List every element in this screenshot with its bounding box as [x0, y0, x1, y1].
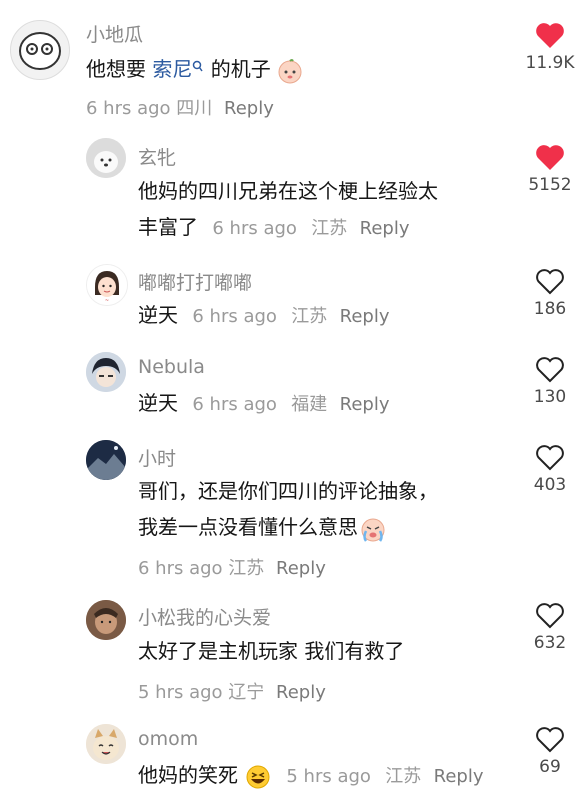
avatar[interactable]: [86, 352, 126, 392]
like-button[interactable]: 632: [520, 602, 580, 653]
comment-meta: 5 hrs ago 辽宁 Reply: [138, 678, 326, 704]
reply-button[interactable]: Reply: [434, 766, 484, 787]
comment-text-part: 他妈的笑死: [138, 763, 238, 787]
comment-text: 他妈的笑死 5 hrs ago 江苏 Reply: [138, 758, 484, 794]
heart-outline-icon[interactable]: [535, 356, 565, 383]
comment-meta: 6 hrs ago 四川 Reply: [86, 94, 274, 120]
night-sky-avatar-icon: [86, 440, 126, 480]
avatar[interactable]: [86, 600, 126, 640]
comment-text: 太好了是主机玩家 我们有救了: [138, 639, 405, 663]
avatar[interactable]: [86, 724, 126, 764]
anime-boy-avatar-icon: [86, 352, 126, 392]
reply-button[interactable]: Reply: [340, 394, 390, 415]
region: 辽宁: [228, 682, 265, 703]
like-button[interactable]: 69: [520, 726, 580, 777]
username[interactable]: 小时: [138, 444, 176, 471]
username[interactable]: 玄牝: [138, 143, 176, 170]
reply-button[interactable]: Reply: [276, 682, 326, 703]
reply-button[interactable]: Reply: [340, 306, 390, 327]
comment-text-line: 丰富了 6 hrs ago 江苏 Reply: [138, 210, 410, 246]
comment-text: 逆天 6 hrs ago 江苏 Reply: [138, 298, 390, 334]
like-button[interactable]: 186: [520, 268, 580, 319]
comment-text: 他想要 索尼 的机子: [86, 52, 303, 86]
comment-text-part: 丰富了: [138, 215, 198, 239]
region: 江苏: [228, 558, 265, 579]
timestamp: 6 hrs ago: [192, 306, 277, 327]
comment-text-line: 我差一点没看懂什么意思: [138, 510, 388, 544]
avatar[interactable]: [10, 20, 70, 80]
comment-text-part: 我差一点没看懂什么意思: [138, 515, 358, 539]
heart-outline-icon[interactable]: [535, 268, 565, 295]
comment-text-part: 的机子: [204, 57, 271, 81]
timestamp: 6 hrs ago: [86, 98, 171, 119]
username[interactable]: 小地瓜: [86, 20, 143, 47]
like-count: 130: [533, 387, 567, 407]
comment-text: 逆天 6 hrs ago 福建 Reply: [138, 386, 390, 422]
photo-avatar-icon: [86, 600, 126, 640]
comment-text: 哥们，还是你们四川的评论抽象，: [138, 479, 438, 503]
like-count: 11.9K: [525, 53, 575, 73]
like-count: 69: [539, 757, 561, 777]
like-button[interactable]: 403: [520, 444, 580, 495]
like-button[interactable]: 130: [520, 356, 580, 407]
region: 江苏: [291, 306, 328, 327]
username[interactable]: 小松我的心头爱: [138, 603, 271, 630]
comment-text-part: 逆天: [138, 303, 178, 327]
username[interactable]: Nebula: [138, 356, 205, 378]
timestamp: 6 hrs ago: [212, 218, 297, 239]
reply-button[interactable]: Reply: [360, 218, 410, 239]
comment-text: 他妈的四川兄弟在这个梗上经验太: [138, 179, 438, 203]
region: 四川: [176, 98, 213, 119]
region: 福建: [291, 394, 328, 415]
avatar[interactable]: [86, 440, 126, 480]
avatar[interactable]: [86, 138, 126, 178]
timestamp: 5 hrs ago: [286, 766, 371, 787]
mention-link[interactable]: 索尼: [152, 57, 192, 81]
reply-button[interactable]: Reply: [224, 98, 274, 119]
like-count: 5152: [528, 175, 572, 195]
heart-outline-icon[interactable]: [535, 726, 565, 753]
search-icon[interactable]: [192, 60, 204, 74]
laughing-emoji: [246, 765, 270, 788]
girl-avatar-icon: ~: [87, 265, 127, 305]
ghost-avatar-icon: [19, 32, 61, 70]
baby-face-emoji: [278, 58, 302, 83]
avatar[interactable]: ~: [86, 264, 128, 306]
dog-avatar-icon: [86, 138, 126, 178]
region: 江苏: [385, 766, 422, 787]
like-count: 403: [533, 475, 567, 495]
svg-text:~: ~: [105, 298, 109, 304]
heart-outline-icon[interactable]: [535, 444, 565, 471]
heart-outline-icon[interactable]: [535, 602, 565, 629]
region: 江苏: [311, 218, 348, 239]
timestamp: 6 hrs ago: [138, 558, 223, 579]
like-button[interactable]: 11.9K: [520, 22, 580, 73]
username[interactable]: 嘟嘟打打嘟嘟: [138, 268, 252, 295]
cat-avatar-icon: [86, 724, 126, 764]
username[interactable]: omom: [138, 728, 198, 750]
heart-filled-icon[interactable]: [535, 22, 565, 49]
comment-text-part: 逆天: [138, 391, 178, 415]
timestamp: 5 hrs ago: [138, 682, 223, 703]
like-button[interactable]: 5152: [520, 144, 580, 195]
timestamp: 6 hrs ago: [192, 394, 277, 415]
comment-text-part: 他想要: [86, 57, 153, 81]
like-count: 186: [533, 299, 567, 319]
crying-emoji: [361, 518, 385, 542]
reply-button[interactable]: Reply: [276, 558, 326, 579]
heart-filled-icon[interactable]: [535, 144, 565, 171]
comment-meta: 6 hrs ago 江苏 Reply: [138, 554, 326, 580]
like-count: 632: [533, 633, 567, 653]
